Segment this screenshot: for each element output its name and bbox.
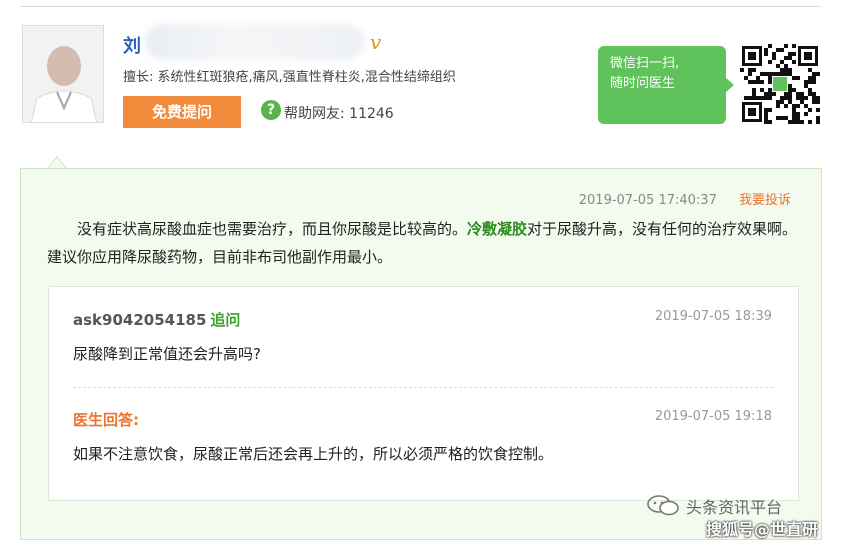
drug-link[interactable]: 冷敷凝胶 [467, 220, 527, 238]
followup-username[interactable]: ask9042054185 [73, 311, 206, 329]
wechat-scan-tip: 微信扫一扫, 随时问医生 [598, 46, 734, 124]
wechat-tip-line1: 微信扫一扫, [610, 56, 680, 71]
followup-time: 2019-07-05 18:39 [654, 309, 772, 324]
answer-meta: 2019-07-05 17:40:37 我要投诉 [579, 189, 791, 208]
report-link[interactable]: 我要投诉 [739, 193, 791, 208]
help-count: 帮助网友: 11246 [284, 106, 394, 122]
doctor-answer-panel: 2019-07-05 17:40:37 我要投诉 没有症状高尿酸血症也需要治疗，… [20, 168, 822, 540]
top-divider [20, 6, 821, 7]
followup-question: 尿酸降到正常值还会升高吗? [73, 345, 261, 363]
redacted-name-blur [145, 24, 365, 60]
watermark-line2: 搜狐号@世直研 [706, 520, 819, 539]
doctor-reply-label: 医生回答: [73, 411, 139, 429]
doctor-specialty: 擅长: 系统性红斑狼疮,痛风,强直性脊柱炎,混合性结缔组织 [123, 70, 456, 85]
help-question-icon: ? [261, 100, 281, 120]
followup-divider [73, 387, 773, 388]
qr-code-icon[interactable] [740, 44, 820, 124]
followup-tag: 追问 [210, 311, 241, 329]
wechat-tip-line2: 随时问医生 [610, 76, 676, 91]
answer-text: 没有症状高尿酸血症也需要治疗，而且你尿酸是比较高的。冷敷凝胶对于尿酸升高，没有任… [47, 215, 807, 271]
answer-text-part1: 没有症状高尿酸血症也需要治疗，而且你尿酸是比较高的。 [77, 220, 468, 238]
doctor-name[interactable]: 刘 [123, 32, 141, 58]
doctor-avatar[interactable] [22, 25, 104, 123]
watermark-line1: 头条资讯平台 [686, 498, 783, 517]
verified-icon: v [370, 30, 382, 54]
answer-time: 2019-07-05 17:40:37 [578, 193, 717, 208]
free-ask-button[interactable]: 免费提问 [123, 96, 241, 128]
followup-header: ask9042054185 追问 [73, 309, 240, 330]
wechat-logo-icon [647, 495, 679, 516]
doctor-reply-time: 2019-07-05 19:18 [654, 409, 772, 424]
followup-box: ask9042054185 追问 2019-07-05 18:39 尿酸降到正常值… [48, 286, 799, 501]
doctor-reply-text: 如果不注意饮食，尿酸正常后还会再上升的，所以必须严格的饮食控制。 [73, 445, 554, 463]
